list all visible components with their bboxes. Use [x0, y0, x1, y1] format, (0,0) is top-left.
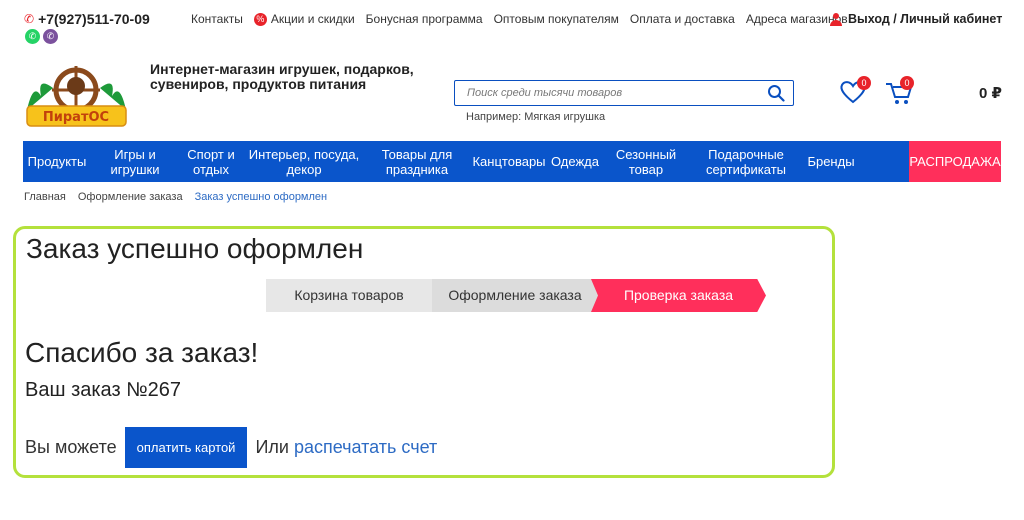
- order-success-panel: Заказ успешно оформлен Корзина товаров О…: [13, 226, 835, 478]
- nav-item-holiday[interactable]: Товары для праздника: [365, 141, 469, 182]
- tagline-line-2: сувениров, продуктов питания: [150, 76, 367, 92]
- search-example[interactable]: Например: Мягкая игрушка: [466, 111, 605, 123]
- percent-icon: %: [253, 12, 267, 26]
- search-box: [454, 80, 794, 106]
- nav-item-games-toys[interactable]: Игры и игрушки: [91, 141, 179, 182]
- link-contacts[interactable]: Контакты: [191, 12, 243, 26]
- phone-icon: ✆: [24, 12, 35, 26]
- page-title: Заказ успешно оформлен: [26, 233, 364, 264]
- wishlist-button[interactable]: 0: [838, 76, 871, 106]
- breadcrumb-home[interactable]: Главная: [24, 191, 66, 203]
- nav-item-gift-certificates[interactable]: Подарочные сертификаты: [691, 141, 801, 182]
- search-icon[interactable]: [767, 84, 785, 102]
- nav-item-stationery[interactable]: Канцтовары: [469, 141, 549, 182]
- thanks-heading: Спасибо за заказ!: [25, 337, 259, 368]
- you-can-text: Вы можете: [25, 437, 117, 457]
- wishlist-count-badge: 0: [857, 76, 871, 90]
- breadcrumb-current: Заказ успешно оформлен: [194, 191, 328, 203]
- top-bar: ✆ +7(927)511-70-09 ✆ ✆ Контакты % Акции и…: [0, 0, 1024, 48]
- nav-item-seasonal[interactable]: Сезонный товар: [601, 141, 691, 182]
- account-label: Выход / Личный кабинет: [848, 12, 1003, 26]
- cart-button[interactable]: 0: [884, 76, 914, 106]
- nav-item-brands[interactable]: Бренды: [801, 141, 861, 182]
- nav-item-sport[interactable]: Спорт и отдых: [179, 141, 243, 182]
- payment-row: Вы можете оплатить картой Или распечатат…: [25, 427, 437, 468]
- link-wholesale[interactable]: Оптовым покупателям: [494, 12, 619, 26]
- print-invoice-link[interactable]: распечатать счет: [294, 437, 437, 458]
- phone-number[interactable]: ✆ +7(927)511-70-09: [24, 11, 150, 27]
- search-input[interactable]: [455, 81, 755, 105]
- tagline-line-1: Интернет-магазин игрушек, подарков,: [150, 61, 414, 77]
- step-cart: Корзина товаров: [266, 279, 432, 312]
- nav-item-clothing[interactable]: Одежда: [549, 141, 601, 182]
- cart-total[interactable]: 0 ₽: [979, 84, 1002, 102]
- link-payment-delivery[interactable]: Оплата и доставка: [630, 12, 735, 26]
- nav-item-interior[interactable]: Интерьер, посуда, декор: [243, 141, 365, 182]
- breadcrumb-checkout[interactable]: Оформление заказа: [78, 191, 183, 203]
- nav-item-products[interactable]: Продукты: [23, 141, 91, 182]
- link-promotions-label: Акции и скидки: [270, 12, 355, 26]
- breadcrumb: Главная Оформление заказа Заказ успешно …: [24, 191, 327, 203]
- nav-item-sale[interactable]: РАСПРОДАЖА: [909, 141, 1001, 182]
- account-link[interactable]: Выход / Личный кабинет: [830, 12, 1002, 26]
- messenger-icons: ✆ ✆: [25, 29, 58, 44]
- order-number: Ваш заказ №267: [25, 379, 181, 401]
- user-icon: [830, 12, 842, 26]
- step-checkout: Оформление заказа: [432, 279, 598, 312]
- or-text: Или: [255, 437, 289, 457]
- checkout-steps: Корзина товаров Оформление заказа Провер…: [266, 279, 766, 312]
- main-nav: Продукты Игры и игрушки Спорт и отдых Ин…: [23, 141, 1001, 182]
- link-bonus[interactable]: Бонусная программа: [366, 12, 483, 26]
- step-review: Проверка заказа: [591, 279, 766, 312]
- phone-text[interactable]: +7(927)511-70-09: [38, 11, 150, 27]
- cart-count-badge: 0: [900, 76, 914, 90]
- viber-icon[interactable]: ✆: [43, 29, 58, 44]
- site-tagline: Интернет-магазин игрушек, подарков, суве…: [150, 62, 430, 92]
- logo-text: ПиратОС: [43, 110, 109, 125]
- pay-by-card-button[interactable]: оплатить картой: [124, 427, 248, 468]
- top-links: Контакты % Акции и скидки Бонусная програ…: [191, 12, 859, 26]
- link-promotions[interactable]: % Акции и скидки: [253, 12, 355, 26]
- site-logo[interactable]: ПиратОС: [23, 62, 130, 128]
- whatsapp-icon[interactable]: ✆: [25, 29, 40, 44]
